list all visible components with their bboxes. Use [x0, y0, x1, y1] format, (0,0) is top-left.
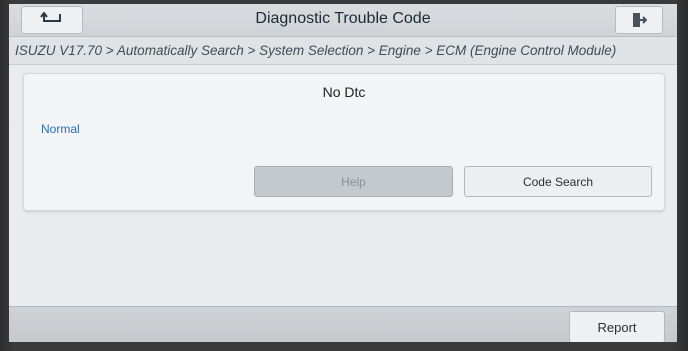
page-title: Diagnostic Trouble Code — [255, 10, 431, 27]
help-button[interactable]: Help — [254, 166, 453, 197]
screen: Diagnostic Trouble Code ISUZU V17.70 > A… — [9, 4, 677, 342]
dtc-result-card: No Dtc Normal Help Code Search — [23, 73, 665, 211]
dtc-message: No Dtc — [322, 84, 366, 100]
exit-button[interactable] — [615, 6, 663, 34]
bottom-bar: Report — [9, 306, 677, 342]
device-bezel: Diagnostic Trouble Code ISUZU V17.70 > A… — [0, 0, 688, 351]
system-status: Normal — [41, 122, 80, 136]
exit-door-icon — [631, 11, 647, 29]
breadcrumb: ISUZU V17.70 > Automatically Search > Sy… — [9, 37, 677, 65]
code-search-button[interactable]: Code Search — [464, 166, 652, 197]
report-button[interactable]: Report — [569, 311, 665, 342]
title-bar: Diagnostic Trouble Code — [9, 4, 677, 37]
